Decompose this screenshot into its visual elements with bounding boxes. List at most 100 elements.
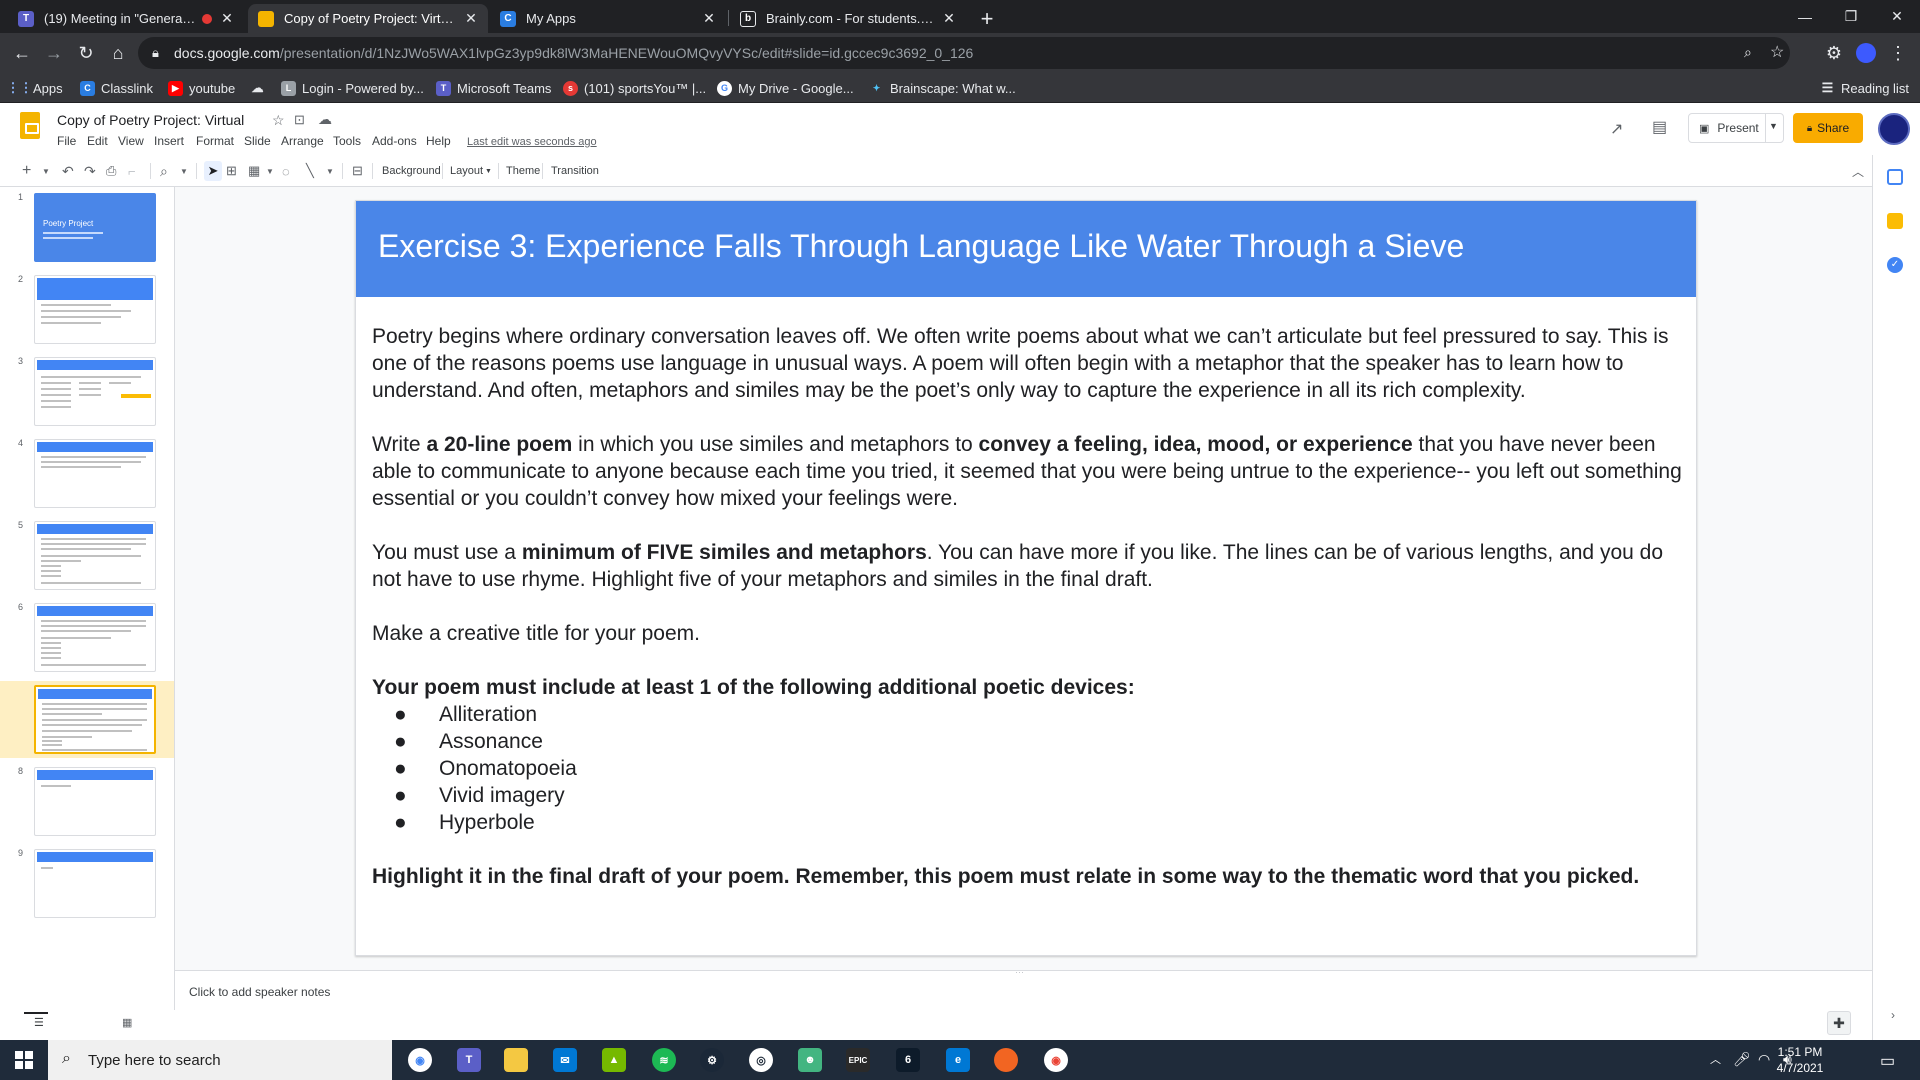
slide-thumbnail-3[interactable] — [34, 357, 156, 426]
zoom-icon[interactable]: ⌕ — [160, 161, 168, 181]
back-icon[interactable]: ← — [8, 39, 36, 67]
close-tab-icon[interactable]: ✕ — [940, 10, 958, 28]
bookmark-teams[interactable]: T Microsoft Teams — [436, 79, 551, 97]
zoom-search-icon[interactable]: ⌕ — [1744, 44, 1752, 61]
close-tab-icon[interactable]: ✕ — [218, 10, 236, 28]
menu-arrange[interactable]: Arrange — [281, 134, 324, 148]
chevron-down-icon[interactable]: ▼ — [180, 161, 188, 181]
menu-tools[interactable]: Tools — [333, 134, 361, 148]
start-button[interactable] — [0, 1040, 48, 1080]
chevron-down-icon[interactable]: ▼ — [326, 161, 334, 181]
obs-icon[interactable]: ◎ — [749, 1048, 773, 1072]
bookmark-star-icon[interactable]: ☆ — [1770, 42, 1784, 62]
microphone-icon[interactable]: 🎤︎ — [1733, 1051, 1751, 1068]
collapse-menus-icon[interactable]: ︿ — [1852, 161, 1864, 181]
slide-body[interactable]: Poetry begins where ordinary conversatio… — [372, 323, 1682, 890]
paint-format-icon[interactable]: ⌐ — [128, 161, 136, 181]
bookmark-brainscape[interactable]: ✦ Brainscape: What w... — [869, 79, 1016, 97]
cloud-status-icon[interactable]: ☁ — [318, 111, 332, 128]
slide-thumbnail-7[interactable] — [34, 685, 156, 754]
slide-thumbnail-6[interactable] — [34, 603, 156, 672]
taskbar-search-box[interactable]: ⌕ Type here to search — [48, 1040, 392, 1080]
slide-thumbnail-9[interactable] — [34, 849, 156, 918]
calendar-icon[interactable] — [1887, 169, 1903, 185]
grid-view-icon[interactable]: ▦ — [122, 1016, 132, 1029]
account-avatar[interactable] — [1878, 113, 1910, 145]
redo-icon[interactable]: ↷ — [84, 161, 96, 181]
slide-thumbnail-8[interactable] — [34, 767, 156, 836]
current-slide[interactable]: Exercise 3: Experience Falls Through Lan… — [355, 200, 1697, 956]
chevron-down-icon[interactable]: ▼ — [1769, 121, 1778, 131]
close-tab-icon[interactable]: ✕ — [462, 10, 480, 28]
teams-icon[interactable]: T — [457, 1048, 481, 1072]
forward-icon[interactable]: → — [40, 39, 68, 67]
bookmark-my-drive[interactable]: G My Drive - Google... — [717, 79, 854, 97]
print-icon[interactable]: ⎙ — [106, 161, 116, 181]
slide-thumbnail-2[interactable] — [34, 275, 156, 344]
comments-icon[interactable]: ▤ — [1652, 117, 1667, 137]
bookmark-login[interactable]: L Login - Powered by... — [281, 79, 424, 97]
file-explorer-icon[interactable] — [504, 1048, 528, 1072]
chevron-down-icon[interactable]: ▼ — [266, 161, 274, 181]
menu-format[interactable]: Format — [196, 134, 234, 148]
address-bar[interactable]: 🔒︎ docs.google.com/presentation/d/1NzJWo… — [138, 37, 1790, 69]
close-window-icon[interactable]: ✕ — [1874, 0, 1920, 33]
browser-menu-icon[interactable]: ⋮ — [1884, 39, 1912, 67]
slides-logo-icon[interactable] — [20, 112, 40, 139]
menu-edit[interactable]: Edit — [87, 134, 108, 148]
menu-slide[interactable]: Slide — [244, 134, 271, 148]
origin-icon[interactable] — [994, 1048, 1018, 1072]
reload-icon[interactable]: ↻ — [72, 39, 100, 67]
bookmark-sportsyou[interactable]: s (101) sportsYou™ |... — [563, 79, 706, 97]
menu-help[interactable]: Help — [426, 134, 451, 148]
slide-thumbnail-5[interactable] — [34, 521, 156, 590]
profile-avatar[interactable] — [1852, 39, 1880, 67]
menu-addons[interactable]: Add-ons — [372, 134, 417, 148]
steam-icon[interactable]: ⚙ — [700, 1048, 724, 1072]
present-button[interactable]: ▣ Present ▼ — [1688, 113, 1784, 143]
select-cursor-icon[interactable]: ➤ — [204, 161, 222, 181]
transition-button[interactable]: Transition — [551, 161, 599, 181]
spotify-icon[interactable]: ≋ — [652, 1048, 676, 1072]
image-icon[interactable]: ▦ — [248, 161, 260, 181]
background-button[interactable]: Background — [382, 161, 441, 181]
menu-insert[interactable]: Insert — [154, 134, 184, 148]
home-icon[interactable]: ⌂ — [104, 39, 132, 67]
menu-view[interactable]: View — [118, 134, 144, 148]
document-title[interactable]: Copy of Poetry Project: Virtual — [57, 112, 244, 128]
speaker-notes[interactable]: ··· Click to add speaker notes ✚ — [175, 967, 1872, 1035]
theme-button[interactable]: Theme — [506, 161, 540, 181]
bookmark-classlink[interactable]: C Classlink — [80, 79, 153, 97]
star-icon[interactable]: ☆ — [272, 112, 285, 129]
chrome-active-icon[interactable]: ◉ — [1044, 1048, 1068, 1072]
line-icon[interactable]: ╲ — [306, 161, 314, 181]
undo-icon[interactable]: ↶ — [62, 161, 74, 181]
notifications-icon[interactable]: ▭ — [1880, 1051, 1895, 1071]
slide-thumbnail-4[interactable] — [34, 439, 156, 508]
shape-icon[interactable]: ◌ — [282, 161, 290, 181]
restore-icon[interactable]: ❐ — [1828, 0, 1874, 33]
tab-my-apps[interactable]: C My Apps ✕ — [490, 4, 726, 33]
bookmark-cloud[interactable]: ☁ — [250, 79, 271, 97]
bookmark-youtube[interactable]: ▶ youtube — [168, 79, 235, 97]
slide-title[interactable]: Exercise 3: Experience Falls Through Lan… — [378, 228, 1464, 265]
menu-file[interactable]: File — [57, 134, 76, 148]
extensions-icon[interactable]: ⚙ — [1820, 39, 1848, 67]
tab-brainly[interactable]: b Brainly.com - For students. By stu ✕ — [730, 4, 966, 33]
text-box-icon[interactable]: ⊞ — [226, 161, 237, 181]
close-tab-icon[interactable]: ✕ — [700, 10, 718, 28]
move-folder-icon[interactable]: ⊡ — [294, 112, 305, 128]
nvidia-icon[interactable]: ▲ — [602, 1048, 626, 1072]
activity-trend-icon[interactable]: ↗ — [1610, 119, 1623, 139]
chevron-down-icon[interactable]: ▼ — [42, 161, 50, 181]
new-slide-icon[interactable]: + — [22, 161, 31, 181]
epic-games-icon[interactable]: EPIC — [846, 1048, 870, 1072]
tab-slides[interactable]: Copy of Poetry Project: Virtual - G ✕ — [248, 4, 488, 33]
layout-button[interactable]: Layout ▼ — [450, 161, 492, 181]
resize-handle-icon[interactable]: ··· — [1015, 967, 1024, 977]
new-tab-button[interactable]: + — [972, 4, 1002, 33]
filmstrip-view-icon[interactable]: ☰ — [34, 1016, 44, 1029]
chevron-right-icon[interactable]: › — [1891, 1008, 1895, 1022]
chrome-icon[interactable]: ◉ — [408, 1048, 432, 1072]
system-clock[interactable]: 1:51 PM 4/7/2021 — [1766, 1044, 1834, 1076]
